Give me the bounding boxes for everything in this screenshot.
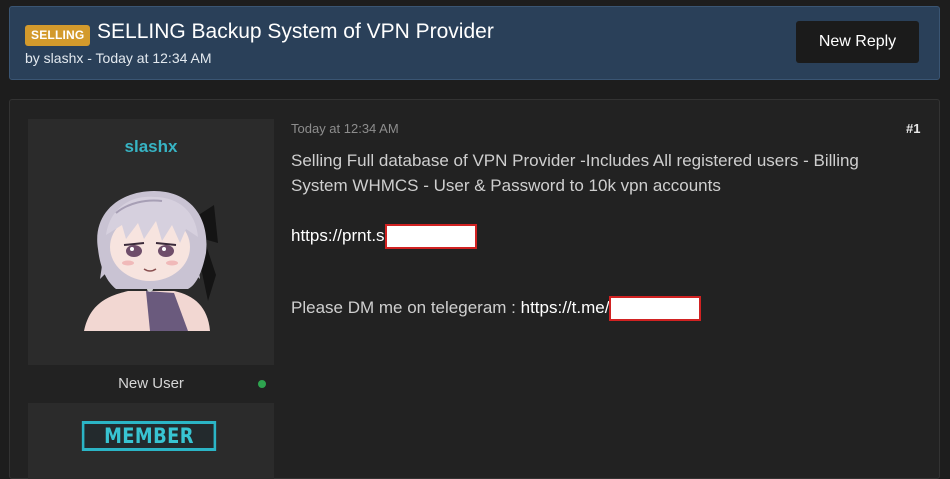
thread-meta: by slashx - Today at 12:34 AM bbox=[25, 50, 212, 66]
dm-text: Please DM me on telegeram : bbox=[291, 298, 521, 318]
user-avatar[interactable] bbox=[76, 183, 226, 331]
post-line-1: Selling Full database of VPN Provider -I… bbox=[291, 151, 859, 195]
username-link[interactable]: slashx bbox=[28, 137, 274, 157]
thread-title-text: SELLING Backup System of VPN Provider bbox=[97, 20, 494, 43]
selling-prefix-badge[interactable]: SELLING bbox=[25, 25, 91, 46]
redaction-box bbox=[609, 296, 702, 322]
redaction-box bbox=[384, 224, 477, 250]
user-card: slashx New User MEMBER bbox=[28, 119, 274, 479]
user-title-bar: New User bbox=[28, 365, 274, 403]
post-number-link[interactable]: #1 bbox=[906, 121, 920, 136]
screenshot-link[interactable]: https://prnt.s bbox=[291, 226, 385, 245]
new-reply-button[interactable]: New Reply bbox=[796, 21, 919, 63]
thread-title: SELLING Backup System of VPN Provider bbox=[97, 20, 494, 44]
post-line-dm: Please DM me on telegeram : https://t.me… bbox=[291, 295, 911, 322]
post-date[interactable]: Today at 12:34 AM bbox=[291, 121, 399, 136]
online-status-icon bbox=[258, 380, 266, 388]
user-title: New User bbox=[118, 375, 184, 392]
post-line-link1: https://prnt.s bbox=[291, 223, 911, 250]
thread-header: SELLING SELLING Backup System of VPN Pro… bbox=[9, 6, 940, 80]
telegram-link[interactable]: https://t.me/ bbox=[521, 298, 610, 317]
post-body: Selling Full database of VPN Provider -I… bbox=[291, 148, 911, 322]
post-container: slashx New User MEMBER Today at 12:34 AM… bbox=[9, 99, 940, 479]
avatar-image bbox=[84, 191, 218, 331]
member-banner: MEMBER bbox=[81, 421, 217, 451]
